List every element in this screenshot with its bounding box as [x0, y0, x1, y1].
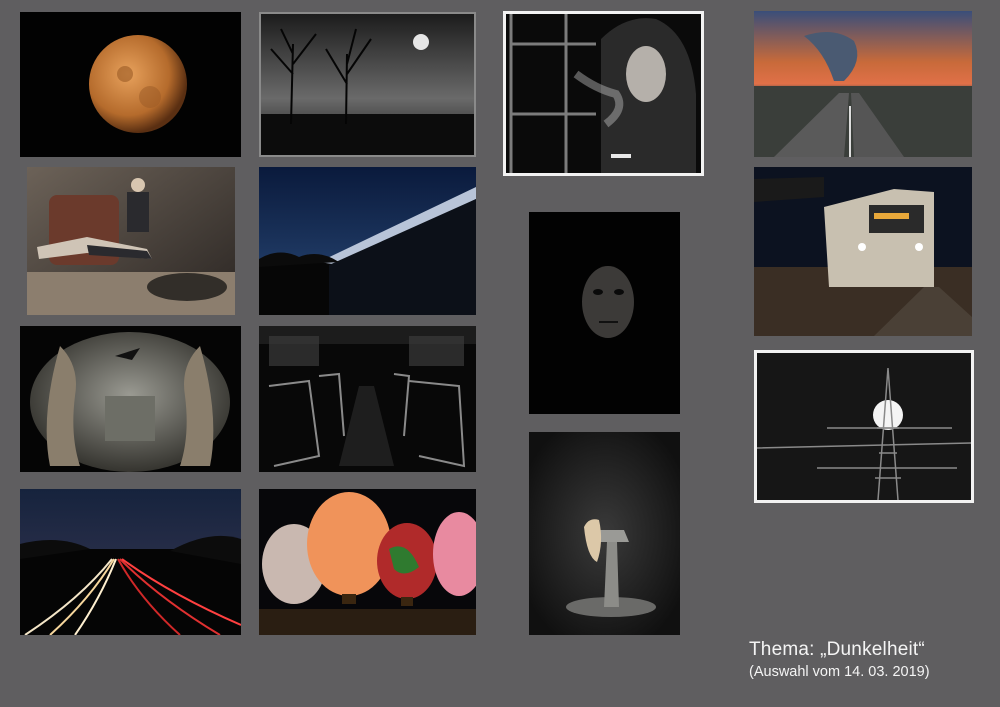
photo-bridge-night — [259, 167, 476, 315]
photo-face-in-dark — [529, 212, 680, 414]
photo-lunar-eclipse — [20, 12, 241, 157]
photo-hot-air-balloons — [259, 489, 476, 635]
photo-smoker-window — [503, 11, 704, 176]
photo-trees-moon-bw — [259, 12, 476, 157]
photo-bus-interior — [259, 326, 476, 472]
photo-light-trails-highway — [20, 489, 241, 635]
caption: Thema: „Dunkelheit“ (Auswahl vom 14. 03.… — [749, 638, 930, 682]
photo-candlestick — [529, 432, 680, 635]
photo-moon-pylon — [754, 350, 974, 503]
contact-sheet: { "caption": { "title": "Thema: „Dunkelh… — [0, 0, 1000, 707]
caption-subtitle: (Auswahl vom 14. 03. 2019) — [749, 664, 930, 680]
photo-train-station — [754, 167, 972, 336]
moon-icon — [20, 12, 241, 157]
caption-title: Thema: „Dunkelheit“ — [749, 639, 925, 660]
photo-man-on-sofa — [27, 167, 235, 315]
photo-motorway-cloud — [754, 11, 972, 157]
photo-surreal-nudes — [20, 326, 241, 472]
